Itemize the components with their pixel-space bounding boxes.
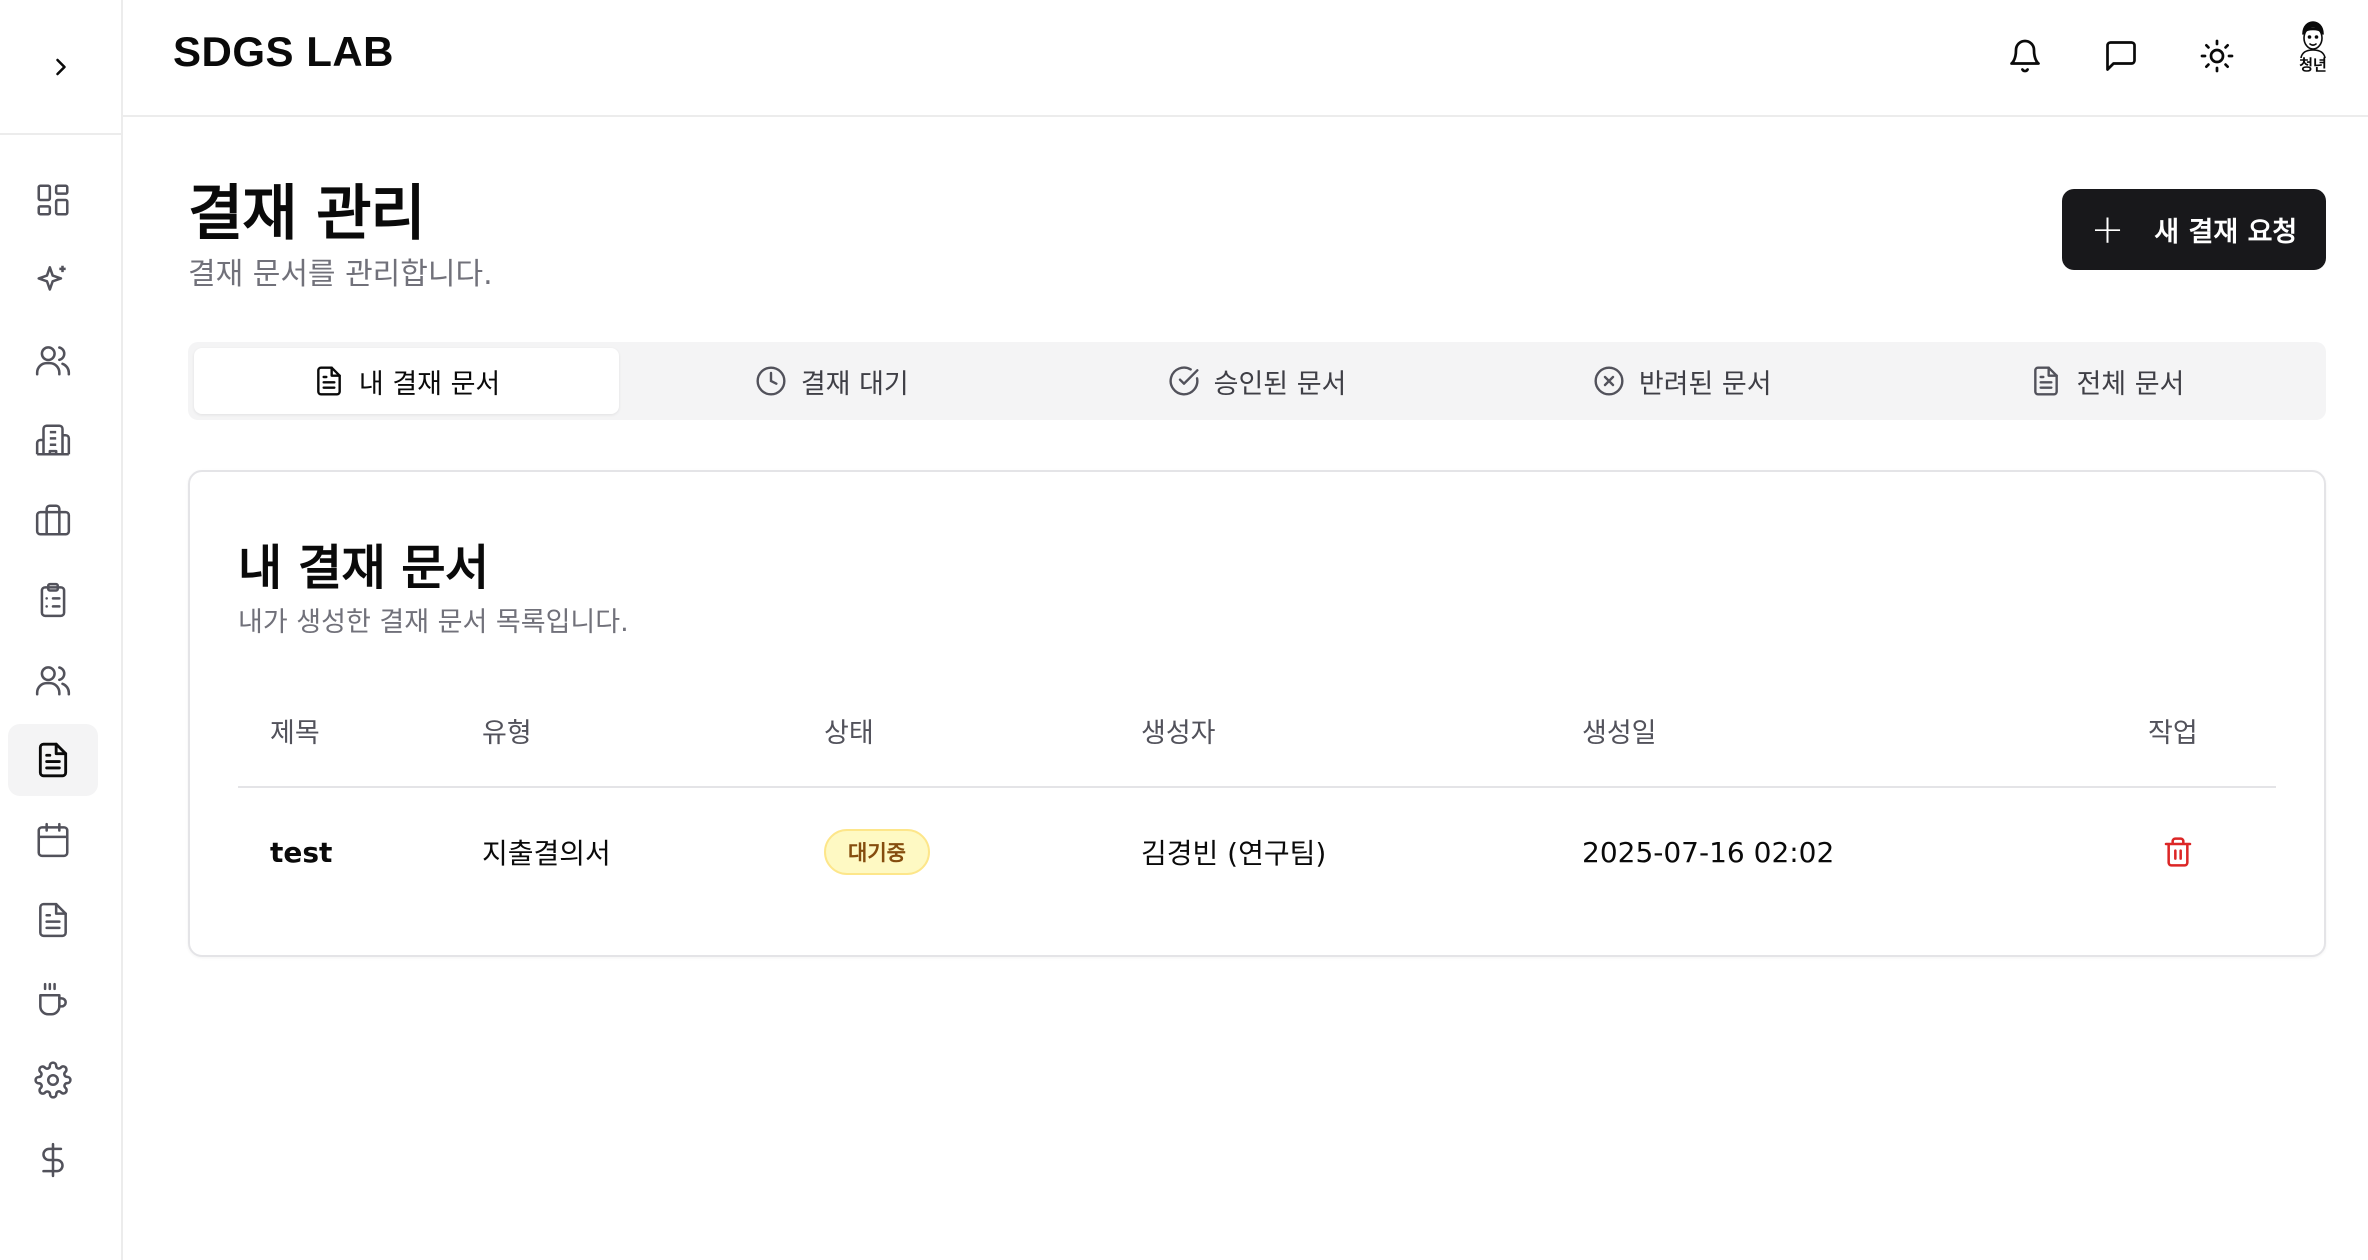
- cell-created: 2025-07-16 02:02: [1582, 835, 1835, 869]
- tab-label: 전체 문서: [2076, 368, 2185, 400]
- top-header: SDGS LAB 청년: [123, 0, 2368, 117]
- dollar-icon: [42, 1142, 64, 1178]
- x-circle-icon: [1594, 366, 1624, 396]
- users-icon: [35, 346, 71, 376]
- sidebar-item-approvals[interactable]: [8, 724, 98, 796]
- tab-label: 내 결재 문서: [358, 368, 501, 400]
- sidebar-item-calendar[interactable]: [8, 804, 98, 876]
- messages-button[interactable]: [2086, 21, 2156, 91]
- card-description: 내가 생성한 결재 문서 목록입니다.: [238, 607, 629, 638]
- chevron-right-icon: [55, 58, 66, 75]
- column-header-type: 유형: [482, 717, 532, 749]
- delete-button[interactable]: [2158, 832, 2198, 872]
- cell-creator: 김경빈 (연구팀): [1141, 837, 1327, 870]
- card-title: 내 결재 문서: [238, 540, 489, 596]
- approval-tabs: 내 결재 문서 결재 대기 승인된 문서 반려된 문서 전체 문서: [188, 342, 2326, 420]
- brand-title: SDGS LAB: [173, 28, 395, 75]
- check-circle-icon: [1169, 366, 1199, 396]
- sidebar-item-users[interactable]: [8, 324, 98, 396]
- tab-my-documents[interactable]: 내 결재 문서: [194, 348, 620, 414]
- coffee-icon: [39, 982, 67, 1016]
- team-icon: [35, 666, 71, 696]
- table-header: 제목 유형 상태 생성자 생성일 작업: [238, 672, 2276, 788]
- avatar-face-icon: [2300, 21, 2326, 58]
- sidebar-item-settings[interactable]: [8, 1044, 98, 1116]
- header-actions: 청년: [1964, 18, 2348, 94]
- page-title: 결재 관리: [188, 179, 426, 249]
- dashboard-icon: [37, 184, 69, 216]
- sun-icon: [2200, 39, 2234, 73]
- bell-icon: [2010, 39, 2040, 73]
- sidebar-header: [0, 0, 121, 135]
- table-row[interactable]: test 지출결의서 대기중 김경빈 (연구팀) 2025-07-16 02:0…: [238, 788, 2276, 916]
- settings-icon: [34, 1061, 72, 1099]
- theme-toggle-button[interactable]: [2182, 21, 2252, 91]
- status-badge: 대기중: [824, 829, 930, 875]
- sparkles-icon: [37, 265, 66, 291]
- file-text-icon: [39, 902, 67, 938]
- document-icon: [38, 742, 68, 778]
- sidebar-nav: [8, 164, 98, 1204]
- clipboard-list-icon: [40, 582, 66, 618]
- sidebar-item-finance[interactable]: [8, 1124, 98, 1196]
- app-root: SDGS LAB 청년 결재 관리 결재 문서를 관리합니다. + 새 결재 요…: [0, 0, 2368, 1260]
- tab-label: 결재 대기: [800, 368, 909, 400]
- calendar-icon: [37, 822, 69, 858]
- sidebar-item-ai[interactable]: [8, 244, 98, 316]
- sidebar-item-dashboard[interactable]: [8, 164, 98, 236]
- sidebar-item-organization[interactable]: [8, 404, 98, 476]
- sidebar-item-projects[interactable]: [8, 484, 98, 556]
- sidebar-item-team[interactable]: [8, 644, 98, 716]
- message-icon: [2106, 41, 2136, 71]
- briefcase-icon: [35, 504, 71, 536]
- new-approval-request-label: 새 결재 요청: [2154, 217, 2298, 248]
- column-header-status: 상태: [824, 717, 874, 749]
- tab-all-documents[interactable]: 전체 문서: [1895, 348, 2320, 414]
- tab-approved[interactable]: 승인된 문서: [1044, 348, 1469, 414]
- expand-sidebar-button[interactable]: [31, 37, 91, 97]
- user-avatar[interactable]: 청년: [2278, 18, 2348, 94]
- column-header-title: 제목: [270, 717, 320, 749]
- tab-label: 승인된 문서: [1213, 368, 1347, 400]
- trash-icon: [2164, 837, 2192, 867]
- tab-label: 반려된 문서: [1638, 368, 1772, 400]
- sidebar-item-tasks[interactable]: [8, 564, 98, 636]
- my-documents-card: 내 결재 문서 내가 생성한 결재 문서 목록입니다. 제목 유형 상태 생성자…: [188, 470, 2326, 957]
- notifications-button[interactable]: [1990, 21, 2060, 91]
- page-subtitle: 결재 문서를 관리합니다.: [188, 257, 493, 292]
- avatar-label: 청년: [2299, 56, 2327, 74]
- cell-title: test: [270, 835, 333, 869]
- cell-type: 지출결의서: [482, 837, 611, 870]
- tab-rejected[interactable]: 반려된 문서: [1470, 348, 1895, 414]
- documents-table: 제목 유형 상태 생성자 생성일 작업 test 지출결의서 대기중 김경빈 (…: [238, 672, 2276, 916]
- new-approval-request-button[interactable]: + 새 결재 요청: [2062, 189, 2326, 270]
- file-icon: [317, 366, 341, 396]
- column-header-created: 생성일: [1582, 717, 1657, 749]
- sidebar-item-reports[interactable]: [8, 884, 98, 956]
- tab-pending[interactable]: 결재 대기: [619, 348, 1044, 414]
- plus-icon: +: [2090, 206, 2125, 253]
- clock-icon: [756, 366, 786, 396]
- column-header-creator: 생성자: [1141, 717, 1216, 749]
- cell-actions: [2158, 788, 2198, 916]
- cell-status: 대기중: [824, 788, 930, 916]
- file-icon: [2034, 366, 2059, 396]
- sidebar-item-break[interactable]: [8, 964, 98, 1036]
- sidebar: [0, 0, 123, 1260]
- column-header-actions: 작업: [2148, 717, 2198, 749]
- building-icon: [35, 424, 71, 456]
